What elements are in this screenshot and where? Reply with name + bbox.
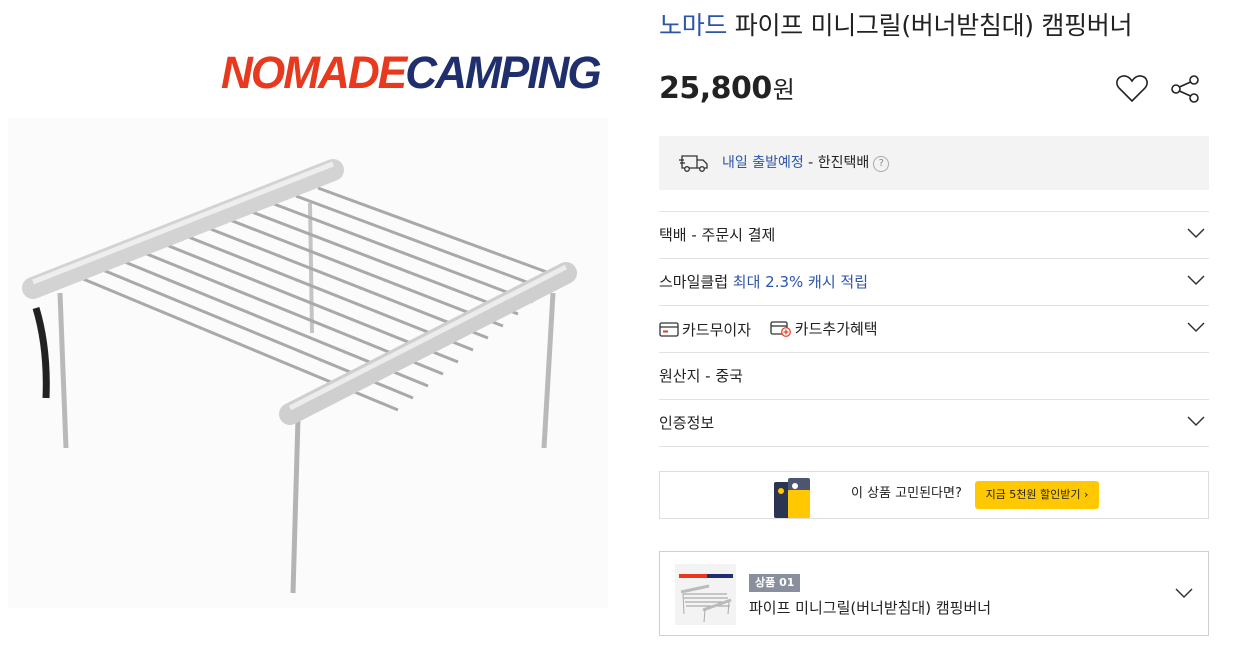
card-no-interest[interactable]: 카드무이자 [659, 320, 751, 340]
shipping-info-box: 내일 출발예정 - 한진택배? [659, 136, 1209, 190]
smileclub-prefix: 스마일클럽 [659, 273, 733, 291]
card-benefits-label: 카드무이자 카드추가혜택 [659, 319, 892, 342]
option-name: 파이프 미니그릴(버너받침대) 캠핑버너 [749, 599, 992, 617]
shipping-text: 내일 출발예정 - 한진택배? [722, 154, 890, 172]
get-discount-button[interactable]: 지금 5천원 할인받기 › [975, 481, 1099, 509]
product-photo [8, 118, 608, 608]
card-icon [659, 322, 679, 337]
smileclub-label: 스마일클럽 최대 2.3% 캐시 적립 [659, 272, 868, 292]
certification-label: 인증정보 [659, 414, 715, 432]
row-delivery[interactable]: 택배 - 주문시 결제 [659, 212, 1209, 259]
help-icon[interactable]: ? [873, 156, 890, 172]
share-button[interactable] [1168, 74, 1202, 104]
logo-part-navy: CAMPING [405, 47, 601, 98]
heart-icon [1116, 75, 1148, 103]
grill-illustration [22, 159, 577, 594]
chevron-down-icon [1187, 322, 1205, 333]
product-name: 파이프 미니그릴(버너받침대) 캠핑버너 [734, 11, 1133, 40]
card-stack-icon [774, 478, 810, 518]
price-row: 25,800원 [659, 70, 1209, 110]
chevron-down-icon [1187, 416, 1205, 427]
smileclub-cashback: 최대 2.3% 캐시 적립 [732, 273, 868, 291]
selected-option-box[interactable]: 상품 01 파이프 미니그릴(버너받침대) 캠핑버너 [659, 551, 1209, 636]
option-badge: 상품 01 [749, 574, 801, 592]
shipping-separator: - [803, 155, 818, 171]
row-origin: 원산지 - 중국 [659, 353, 1209, 400]
card-extra-benefit[interactable]: 카드추가혜택 [770, 319, 878, 339]
row-certification[interactable]: 인증정보 [659, 400, 1209, 447]
wishlist-button[interactable] [1115, 74, 1149, 104]
card-plus-icon [770, 321, 791, 337]
share-icon [1171, 75, 1199, 103]
chevron-down-icon [1175, 588, 1193, 599]
origin-label: 원산지 - 중국 [659, 367, 743, 385]
card-extra-benefit-label: 카드추가혜택 [794, 320, 878, 338]
row-smileclub[interactable]: 스마일클럽 최대 2.3% 캐시 적립 [659, 259, 1209, 306]
chevron-down-icon [1187, 228, 1205, 239]
product-title: 노마드 파이프 미니그릴(버너받침대) 캠핑버너 [659, 8, 1132, 44]
info-rows: 택배 - 주문시 결제 스마일클럽 최대 2.3% 캐시 적립 카드무이자 카드… [659, 211, 1209, 447]
row-card-benefits[interactable]: 카드무이자 카드추가혜택 [659, 306, 1209, 353]
product-image-area: NOMADECAMPING [0, 0, 620, 655]
price-value: 25,800 [659, 71, 772, 106]
brand-logo: NOMADECAMPING [221, 47, 602, 98]
grill-thumbnail-image [679, 574, 733, 623]
option-thumbnail [675, 564, 736, 625]
chevron-down-icon [1187, 275, 1205, 286]
discount-promo-banner[interactable]: 이 상품 고민된다면? 지금 5천원 할인받기 › [659, 471, 1209, 519]
logo-part-red: NOMADE [221, 47, 407, 98]
card-no-interest-label: 카드무이자 [682, 320, 752, 339]
delivery-label: 택배 - 주문시 결제 [659, 226, 776, 244]
shipping-eta: 내일 출발예정 [722, 155, 804, 171]
promo-question: 이 상품 고민된다면? [851, 486, 962, 501]
shipping-carrier: 한진택배 [817, 155, 870, 171]
truck-icon [679, 155, 708, 172]
price-currency: 원 [772, 76, 795, 104]
brand-link[interactable]: 노마드 [659, 11, 727, 40]
